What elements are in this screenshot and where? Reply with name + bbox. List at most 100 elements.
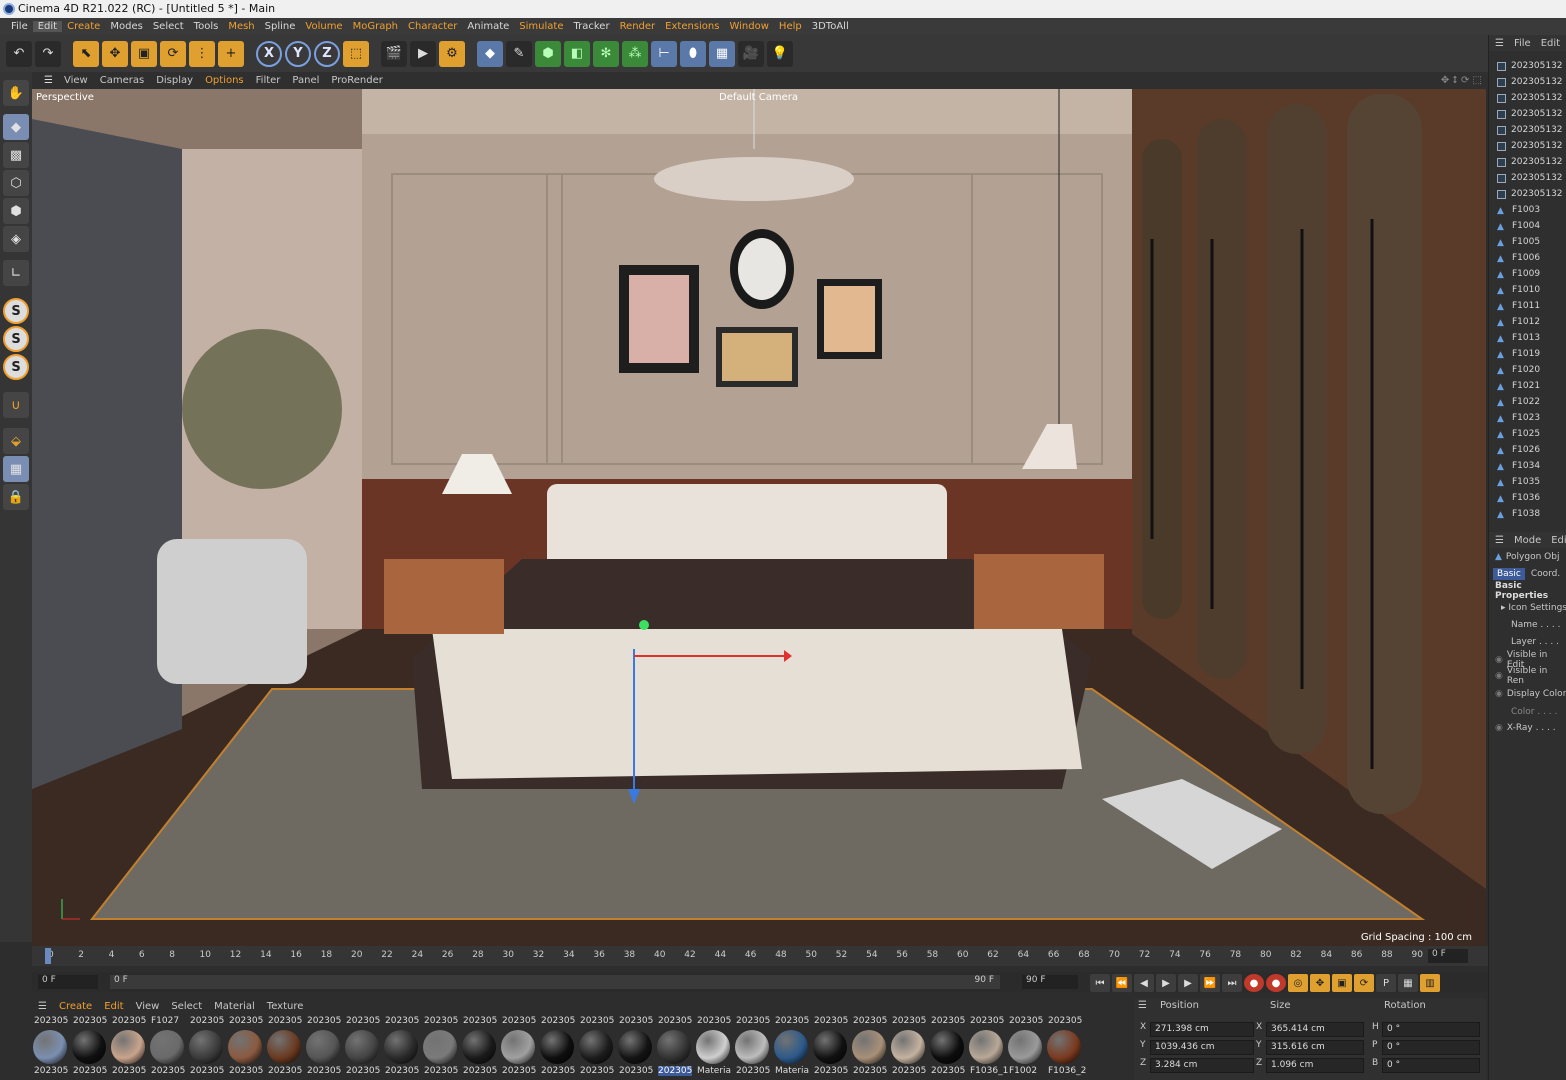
material-swatch[interactable]: 202305 202305 [812, 1014, 850, 1080]
attribute-menu-edit[interactable]: Edit [1551, 535, 1566, 546]
material-preview-sphere[interactable] [150, 1030, 184, 1064]
undo-icon[interactable]: ↶ [6, 40, 32, 67]
hamburger-icon[interactable]: ☰ [38, 75, 53, 86]
material-swatch[interactable]: 202305 202305 [71, 1014, 109, 1080]
material-swatch[interactable]: 202305 202305 [422, 1014, 460, 1080]
material-preview-sphere[interactable] [345, 1030, 379, 1064]
redo-icon[interactable]: ↷ [35, 40, 61, 67]
viewport-menu-filter[interactable]: Filter [250, 75, 287, 86]
object-row[interactable]: ▲ F1023 [1489, 410, 1566, 426]
camera-object-icon[interactable]: 🎥 [738, 40, 764, 67]
position-key-icon[interactable]: ✥ [1310, 974, 1330, 992]
material-preview-sphere[interactable] [189, 1030, 223, 1064]
object-row[interactable]: ▲ F1009 [1489, 266, 1566, 282]
keyframe-selection-icon[interactable]: ◎ [1288, 974, 1308, 992]
floor-environment-icon[interactable]: ▦ [709, 40, 735, 67]
material-preview-sphere[interactable] [111, 1030, 145, 1064]
material-swatch[interactable]: 202305 202305 [617, 1014, 655, 1080]
recent-tools-icon[interactable]: ⋮ [189, 40, 215, 67]
object-menu-file[interactable]: File [1514, 38, 1531, 49]
material-preview-sphere[interactable] [579, 1030, 613, 1064]
material-swatch[interactable]: 202305 202305 [110, 1014, 148, 1080]
material-preview-sphere[interactable] [696, 1030, 730, 1064]
snap-settings-icon[interactable]: S [3, 326, 29, 352]
xray-option[interactable]: ◉ X-Ray . . . . [1489, 720, 1566, 736]
material-preview-sphere[interactable] [267, 1030, 301, 1064]
material-preview-sphere[interactable] [306, 1030, 340, 1064]
material-swatch[interactable]: 202305 202305 [851, 1014, 889, 1080]
menu-mograph[interactable]: MoGraph [348, 21, 403, 32]
rotation-field[interactable]: 0 ° [1382, 1022, 1480, 1037]
material-swatch[interactable]: 202305 F1002 [1007, 1014, 1045, 1080]
axis-mode-icon[interactable]: ∟ [3, 260, 29, 286]
quantize-icon[interactable]: S [3, 354, 29, 380]
size-field[interactable]: 1.096 cm [1266, 1058, 1364, 1073]
material-swatch[interactable]: 202305 202305 [344, 1014, 382, 1080]
edges-mode-icon[interactable]: ⬢ [3, 198, 29, 224]
object-row[interactable]: ▲ F1025 [1489, 426, 1566, 442]
material-preview-sphere[interactable] [618, 1030, 652, 1064]
object-menu-edit[interactable]: Edit [1541, 38, 1560, 49]
previous-key-icon[interactable]: ⏪ [1112, 974, 1132, 992]
menu-render[interactable]: Render [615, 21, 661, 32]
viewport-menu-options[interactable]: Options [199, 75, 250, 86]
render-picture-viewer-icon[interactable]: ▶ [410, 40, 436, 67]
object-row[interactable]: ▲ F1005 [1489, 234, 1566, 250]
material-swatch[interactable]: 202305 202305 [929, 1014, 967, 1080]
object-row[interactable]: 202305132 [1489, 186, 1566, 202]
mograph-effector-icon[interactable]: ⁂ [622, 40, 648, 67]
object-row[interactable]: ▲ F1038 [1489, 506, 1566, 522]
expand-arrow-icon[interactable]: ▸ [1501, 603, 1506, 613]
material-preview-sphere[interactable] [774, 1030, 808, 1064]
start-frame-field[interactable]: 0 F [38, 975, 98, 989]
play-icon[interactable]: ▶ [1156, 974, 1176, 992]
z-axis-lock-icon[interactable]: Z [314, 40, 340, 67]
y-axis-lock-icon[interactable]: Y [285, 40, 311, 67]
menu-simulate[interactable]: Simulate [514, 21, 568, 32]
render-settings-icon[interactable]: ⚙ [439, 40, 465, 67]
position-field[interactable]: 271.398 cm [1150, 1022, 1254, 1037]
render-view-icon[interactable]: 🎬 [381, 40, 407, 67]
object-row[interactable]: ▲ F1036 [1489, 490, 1566, 506]
model-mode-icon[interactable]: ◆ [3, 114, 29, 140]
material-preview-sphere[interactable] [72, 1030, 106, 1064]
workplane-icon[interactable]: ⬙ [3, 428, 29, 454]
material-preview-sphere[interactable] [540, 1030, 574, 1064]
menu-tracker[interactable]: Tracker [568, 21, 614, 32]
object-row[interactable]: ▲ F1022 [1489, 394, 1566, 410]
snap-icon[interactable]: S [3, 298, 29, 324]
material-swatch[interactable]: 202305 202305 [227, 1014, 265, 1080]
material-swatch[interactable]: 202305 202305 [32, 1014, 70, 1080]
object-row[interactable]: ▲ F1034 [1489, 458, 1566, 474]
points-mode-icon[interactable]: ⬡ [3, 170, 29, 196]
parameter-key-icon[interactable]: P [1376, 974, 1396, 992]
viewport-menu-view[interactable]: View [58, 75, 94, 86]
menu-mesh[interactable]: Mesh [223, 21, 259, 32]
move-tool-icon[interactable]: ✥ [102, 40, 128, 67]
material-swatch[interactable]: F1027 202305 [149, 1014, 187, 1080]
object-row[interactable]: ▲ F1013 [1489, 330, 1566, 346]
radio-icon[interactable]: ◉ [1495, 689, 1503, 699]
hamburger-icon[interactable]: ☰ [1495, 535, 1504, 546]
material-preview-sphere[interactable] [930, 1030, 964, 1064]
active-camera-label[interactable]: Default Camera [719, 92, 798, 103]
material-preview-sphere[interactable] [852, 1030, 886, 1064]
coordinate-system-icon[interactable]: ⬚ [343, 40, 369, 67]
playhead[interactable] [45, 948, 51, 964]
polygons-mode-icon[interactable]: ◈ [3, 226, 29, 252]
material-swatch[interactable]: 202305 202305 [890, 1014, 928, 1080]
material-preview-sphere[interactable] [462, 1030, 496, 1064]
tab-basic[interactable]: Basic [1493, 568, 1525, 580]
position-field[interactable]: 1039.436 cm [1150, 1040, 1254, 1055]
previous-frame-icon[interactable]: ◀ [1134, 974, 1154, 992]
make-editable-icon[interactable]: ✋ [3, 80, 29, 106]
next-key-icon[interactable]: ⏩ [1200, 974, 1220, 992]
rotate-tool-icon[interactable]: ⟳ [160, 40, 186, 67]
position-field[interactable]: 3.284 cm [1150, 1058, 1254, 1073]
material-preview-sphere[interactable] [813, 1030, 847, 1064]
pla-key-icon[interactable]: ▦ [1398, 974, 1418, 992]
rotation-key-icon[interactable]: ⟳ [1354, 974, 1374, 992]
material-preview-sphere[interactable] [33, 1030, 67, 1064]
hamburger-icon[interactable]: ☰ [32, 1001, 53, 1012]
material-preview-sphere[interactable] [423, 1030, 457, 1064]
